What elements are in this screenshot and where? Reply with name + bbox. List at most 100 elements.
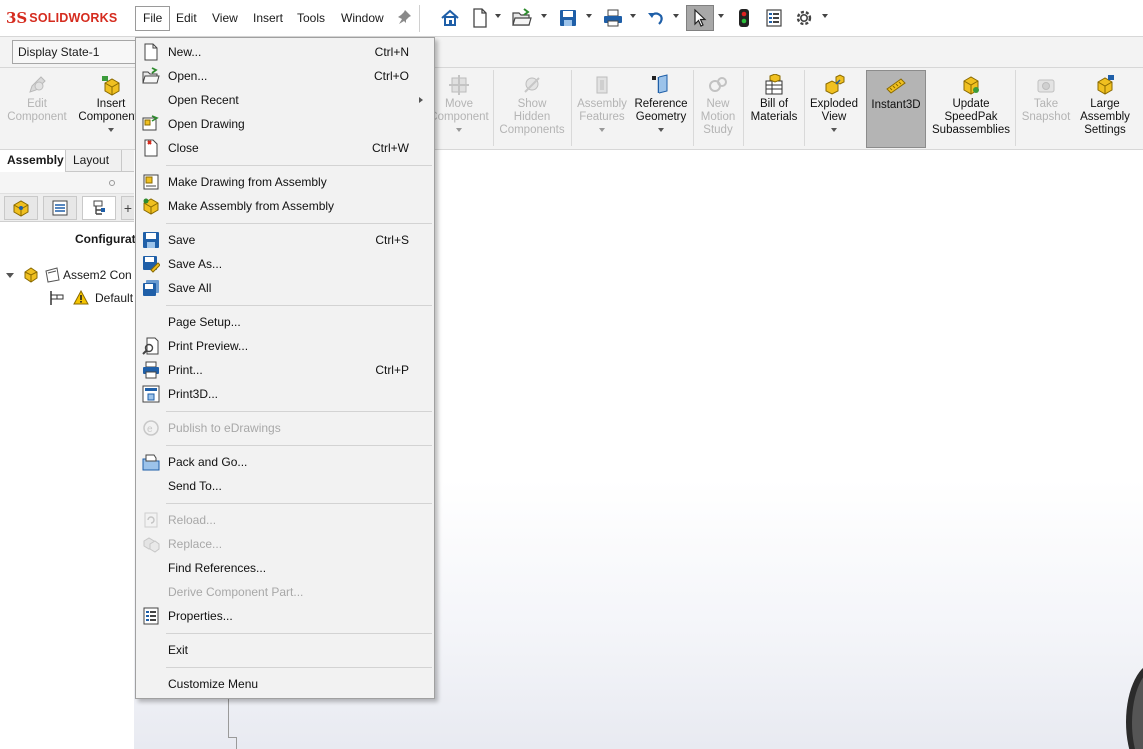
menu-separator [166,445,432,446]
file-dropdown-menu: New... Ctrl+N Open... Ctrl+O Open Recent… [135,37,435,699]
undo-icon[interactable] [644,7,668,29]
menu-item-open[interactable]: Open... Ctrl+O [136,64,434,88]
select-dropdown-caret[interactable] [718,14,724,20]
take-snapshot-button[interactable]: Take Snapshot [1017,70,1075,148]
more-tabs-icon[interactable]: + [121,196,134,220]
menu-insert[interactable]: Insert [246,6,290,31]
options-dropdown-caret[interactable] [822,14,828,20]
menu-tools[interactable]: Tools [290,6,332,31]
pin-menu-icon[interactable] [396,9,414,27]
menu-item-pack-and-go[interactable]: Pack and Go... [136,450,434,474]
large-assembly-settings-button[interactable]: Large Assembly Settings [1076,70,1134,148]
move-component-button[interactable]: Move Component [426,70,492,148]
bill-of-materials-button[interactable]: Bill of Materials [745,70,803,148]
print-dropdown-caret[interactable] [630,14,636,20]
menu-item-make-drawing[interactable]: Make Drawing from Assembly [136,170,434,194]
panel-splitter[interactable] [0,172,134,194]
menu-item-send-to[interactable]: Send To... [136,474,434,498]
property-manager-icon [52,200,68,216]
menu-item-print3d[interactable]: Print3D... [136,382,434,406]
new-motion-study-button[interactable]: New Motion Study [695,70,741,148]
menu-item-label: Customize Menu [168,677,259,691]
print-icon[interactable] [601,7,625,29]
chevron-down-icon[interactable] [831,128,837,133]
reference-geometry-button[interactable]: Reference Geometry [631,70,691,148]
exploded-view-label-2: View [821,111,847,123]
menu-item-save-as[interactable]: Save As... [136,252,434,276]
menu-item-label: Open Drawing [168,117,245,131]
chevron-down-icon[interactable] [108,128,114,133]
new-document-icon[interactable] [468,7,492,29]
exploded-view-button[interactable]: Exploded View [806,70,862,148]
undo-dropdown-caret[interactable] [673,14,679,20]
file-properties-icon[interactable] [762,7,786,29]
menu-item-close[interactable]: Close Ctrl+W [136,136,434,160]
menu-view[interactable]: View [205,6,245,31]
open-dropdown-caret[interactable] [541,14,547,20]
menu-item-find-references[interactable]: Find References... [136,556,434,580]
show-hidden-components-button[interactable]: Show Hidden Components [495,70,569,148]
menu-item-save-all[interactable]: Save All [136,276,434,300]
save-dropdown-caret[interactable] [586,14,592,20]
feature-tree-tab[interactable] [4,196,38,220]
tree-item-assembly[interactable]: Assem2 Con [4,265,132,285]
menu-item-make-assembly[interactable]: Make Assembly from Assembly [136,194,434,218]
options-gear-icon[interactable] [792,7,816,29]
menu-item-publish-edrawings[interactable]: e Publish to eDrawings [136,416,434,440]
menu-item-properties[interactable]: Properties... [136,604,434,628]
menu-item-exit[interactable]: Exit [136,638,434,662]
solidworks-logo[interactable]: 3S SOLIDWORKS [6,9,117,27]
large-assembly-icon [1097,75,1114,95]
new-dropdown-caret[interactable] [495,14,501,20]
new-motion-study-label-1: New [706,98,730,110]
select-cursor-icon[interactable] [686,5,714,31]
open-drawing-icon [142,115,159,131]
feature-manager-panel: + Configurat Assem2 Con Default [0,172,136,749]
assembly-features-button[interactable]: Assembly Features [573,70,631,148]
save-icon[interactable] [556,7,580,29]
configuration-manager-tab[interactable] [82,196,116,220]
menu-separator [166,503,432,504]
menu-item-derive-component-part[interactable]: Derive Component Part... [136,580,434,604]
chevron-down-icon[interactable] [599,128,605,133]
open-icon[interactable] [510,7,534,29]
menu-item-reload[interactable]: Reload... [136,508,434,532]
tab-assembly[interactable]: Assembly [0,150,66,172]
menu-item-new[interactable]: New... Ctrl+N [136,40,434,64]
chevron-down-icon[interactable] [456,128,462,133]
move-component-label-1: Move [444,98,474,110]
menu-item-replace[interactable]: Replace... [136,532,434,556]
tree-item-default-config[interactable]: Default [48,288,133,308]
menu-item-label: Save As... [168,257,223,271]
menu-item-print[interactable]: Print... Ctrl+P [136,358,434,382]
menu-item-label: Save All [168,281,212,295]
save-icon [143,232,159,248]
collapse-chevron-icon[interactable] [4,269,16,281]
home-icon[interactable] [438,7,462,29]
property-manager-tab[interactable] [43,196,77,220]
menu-separator [166,667,432,668]
menu-window[interactable]: Window [334,6,391,31]
menu-item-page-setup[interactable]: Page Setup... [136,310,434,334]
splitter-grip-icon[interactable] [109,180,115,186]
tab-layout[interactable]: Layout [66,150,122,172]
speedpak-label-1: Update [952,98,990,110]
rebuild-traffic-light-icon[interactable] [732,7,756,29]
chevron-down-icon[interactable] [658,128,664,133]
speedpak-label-3: Subassemblies [932,124,1010,136]
menu-item-open-recent[interactable]: Open Recent [136,88,434,112]
menu-edit[interactable]: Edit [169,6,204,31]
menu-item-label: New... [168,45,202,59]
menu-item-open-drawing[interactable]: Open Drawing [136,112,434,136]
edit-component-button[interactable]: Edit Component [2,70,72,148]
update-speedpak-button[interactable]: Update SpeedPak Subassemblies [930,70,1012,148]
menu-file[interactable]: File [135,6,171,31]
camera-icon [1037,79,1055,93]
menu-item-shortcut: Ctrl+W [372,141,409,155]
instant3d-button[interactable]: Instant3D [866,70,926,148]
display-state-select[interactable]: Display State-1 [12,40,142,64]
menu-item-save[interactable]: Save Ctrl+S [136,228,434,252]
ribbon-separator [693,70,694,146]
menu-item-print-preview[interactable]: Print Preview... [136,334,434,358]
menu-item-customize-menu[interactable]: Customize Menu [136,672,434,696]
